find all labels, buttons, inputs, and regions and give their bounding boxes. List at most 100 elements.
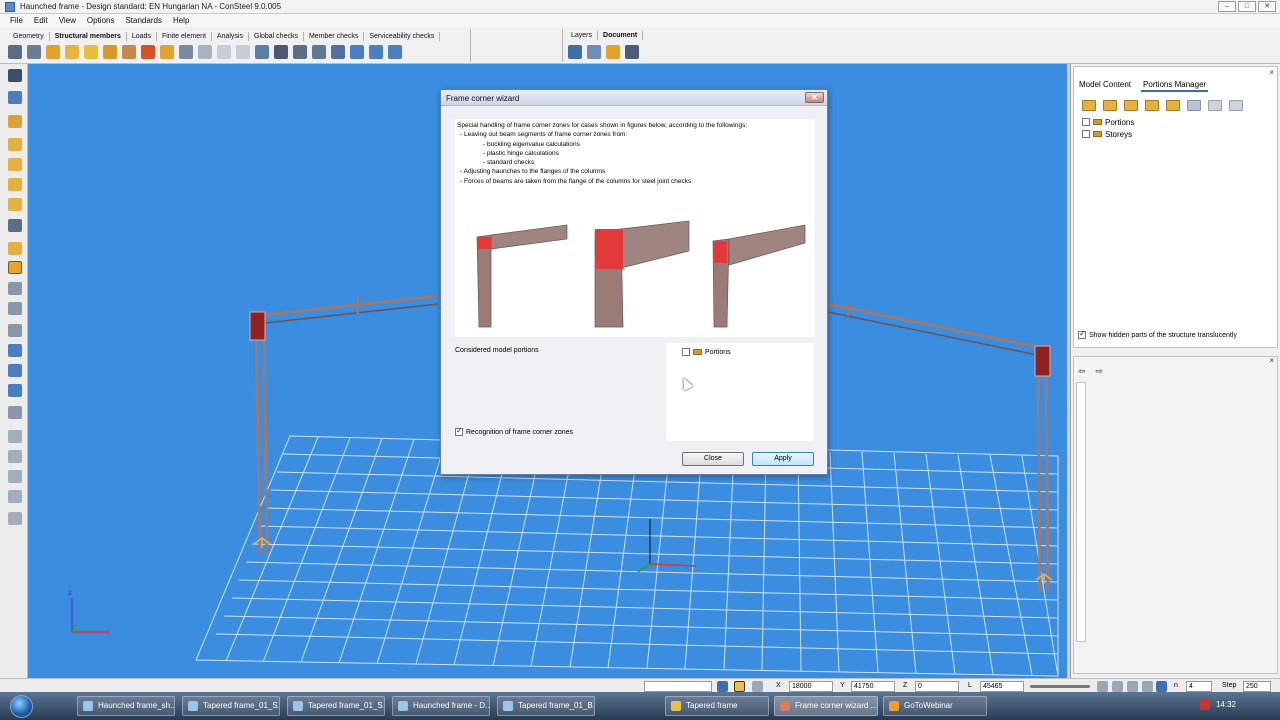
edit-portion-icon[interactable] bbox=[1145, 100, 1159, 111]
tree-item-storeys[interactable]: Storeys bbox=[1082, 128, 1134, 140]
tab-model-content[interactable]: Model Content bbox=[1077, 79, 1133, 92]
snap-icon[interactable] bbox=[717, 681, 728, 692]
taskbar-item[interactable]: Tapered frame_01_S... bbox=[287, 696, 385, 716]
new-storey-icon[interactable] bbox=[1103, 100, 1117, 111]
back-arrow-icon[interactable]: ⇦ bbox=[1078, 366, 1086, 377]
warning-icon[interactable] bbox=[734, 681, 745, 692]
active-view-icon[interactable] bbox=[8, 261, 22, 274]
settings-icon[interactable] bbox=[8, 512, 22, 525]
view-top-icon[interactable] bbox=[8, 178, 22, 191]
refresh-icon[interactable] bbox=[1187, 100, 1201, 111]
panel-close-icon[interactable]: × bbox=[1269, 356, 1274, 365]
close-button[interactable]: Close bbox=[682, 452, 744, 466]
menu-options[interactable]: Options bbox=[87, 16, 115, 25]
x-coordinate-field[interactable]: 18000 bbox=[789, 681, 833, 692]
column-tool-icon[interactable] bbox=[27, 45, 41, 59]
label-icon[interactable] bbox=[8, 470, 22, 483]
portions-checkbox[interactable] bbox=[1082, 118, 1090, 126]
ortho-icon[interactable] bbox=[752, 681, 763, 692]
fit-icon[interactable] bbox=[8, 344, 22, 357]
y-coordinate-field[interactable]: 41750 bbox=[851, 681, 895, 692]
snap-intersection-icon[interactable] bbox=[1156, 681, 1167, 692]
section-tool-icon[interactable] bbox=[217, 45, 231, 59]
select-icon[interactable] bbox=[8, 115, 22, 128]
copy-portion-icon[interactable] bbox=[1166, 100, 1180, 111]
move-icon[interactable] bbox=[8, 384, 22, 397]
show-hidden-option[interactable]: Show hidden parts of the structure trans… bbox=[1078, 329, 1237, 339]
copy-icon[interactable] bbox=[8, 406, 22, 419]
slab-tool-icon[interactable] bbox=[84, 45, 98, 59]
beam-tool-icon[interactable] bbox=[8, 45, 22, 59]
layers-icon[interactable] bbox=[587, 45, 601, 59]
tab-document[interactable]: Document bbox=[598, 31, 644, 40]
grid-tool-icon[interactable] bbox=[331, 45, 345, 59]
menu-help[interactable]: Help bbox=[173, 16, 189, 25]
taskbar-item[interactable]: GoToWebinar bbox=[883, 696, 987, 716]
tab-global-checks[interactable]: Global checks bbox=[249, 32, 304, 41]
save-icon[interactable] bbox=[8, 69, 22, 82]
panel-close-icon[interactable]: × bbox=[1269, 68, 1274, 77]
view-side-icon[interactable] bbox=[8, 158, 22, 171]
add-folder-icon[interactable] bbox=[1124, 100, 1138, 111]
mirror-icon[interactable] bbox=[8, 364, 22, 377]
show-hidden-checkbox[interactable] bbox=[1078, 329, 1086, 339]
measure-tool-icon[interactable] bbox=[350, 45, 364, 59]
dimension-icon[interactable] bbox=[8, 490, 22, 503]
spring-tool-icon[interactable] bbox=[312, 45, 326, 59]
haunch-tool-icon[interactable] bbox=[46, 45, 60, 59]
render-icon[interactable] bbox=[8, 242, 22, 255]
view-front-icon[interactable] bbox=[8, 138, 22, 151]
truss-tool-icon[interactable] bbox=[103, 45, 117, 59]
tab-loads[interactable]: Loads bbox=[127, 32, 157, 41]
length-field[interactable]: 45465 bbox=[980, 681, 1024, 692]
table-icon[interactable] bbox=[625, 45, 639, 59]
new-portion-icon[interactable] bbox=[1082, 100, 1096, 111]
recognition-option[interactable]: Recognition of frame corner zones bbox=[455, 426, 573, 436]
menu-view[interactable]: View bbox=[59, 16, 76, 25]
tab-analysis[interactable]: Analysis bbox=[212, 32, 249, 41]
tab-portions-manager[interactable]: Portions Manager bbox=[1141, 79, 1209, 92]
plate-tool-icon[interactable] bbox=[65, 45, 79, 59]
frame-tool-icon[interactable] bbox=[122, 45, 136, 59]
tab-structural-members[interactable]: Structural members bbox=[50, 32, 127, 41]
segment-tool-icon[interactable] bbox=[198, 45, 212, 59]
tray-icon[interactable] bbox=[1200, 699, 1210, 710]
command-input[interactable] bbox=[644, 681, 712, 692]
joint-tool-icon[interactable] bbox=[179, 45, 193, 59]
snap-node-icon[interactable] bbox=[1142, 681, 1153, 692]
taskbar-item[interactable]: Haunched frame - D... bbox=[392, 696, 490, 716]
tab-layers[interactable]: Layers bbox=[566, 31, 599, 40]
zoom-slider[interactable] bbox=[1030, 685, 1090, 688]
storeys-checkbox[interactable] bbox=[1082, 130, 1090, 138]
maximize-button[interactable]: □ bbox=[1238, 1, 1256, 12]
step-field[interactable]: 250 bbox=[1243, 681, 1271, 692]
rotate-icon[interactable] bbox=[8, 282, 22, 295]
taskbar-item[interactable]: Tapered frame bbox=[665, 696, 769, 716]
snap-grid-icon[interactable] bbox=[1097, 681, 1108, 692]
align-tool-icon[interactable] bbox=[369, 45, 383, 59]
tab-finite-element[interactable]: Finite element bbox=[157, 32, 212, 41]
z-coordinate-field[interactable]: 0 bbox=[915, 681, 959, 692]
apply-button[interactable]: Apply bbox=[752, 452, 814, 466]
snap-end-icon[interactable] bbox=[1112, 681, 1123, 692]
visibility-icon[interactable] bbox=[8, 450, 22, 463]
taskbar-item[interactable]: Haunched frame_sh... bbox=[77, 696, 175, 716]
menu-file[interactable]: File bbox=[10, 16, 23, 25]
eccentricity-tool-icon[interactable] bbox=[274, 45, 288, 59]
support-tool-icon[interactable] bbox=[160, 45, 174, 59]
folder-icon[interactable] bbox=[606, 45, 620, 59]
menu-edit[interactable]: Edit bbox=[34, 16, 48, 25]
filter-icon[interactable] bbox=[8, 430, 22, 443]
tab-geometry[interactable]: Geometry bbox=[8, 32, 50, 41]
close-window-button[interactable]: ✕ bbox=[1258, 1, 1276, 12]
restraint-tool-icon[interactable] bbox=[255, 45, 269, 59]
view-3d-icon[interactable] bbox=[8, 198, 22, 211]
tab-member-checks[interactable]: Member checks bbox=[304, 32, 365, 41]
release-tool-icon[interactable] bbox=[293, 45, 307, 59]
recognition-checkbox[interactable] bbox=[455, 426, 463, 436]
taskbar-item[interactable]: Tapered frame_01_B... bbox=[497, 696, 595, 716]
dialog-close-icon[interactable]: ✕ bbox=[805, 92, 824, 103]
split-tool-icon[interactable] bbox=[388, 45, 402, 59]
pan-icon[interactable] bbox=[8, 302, 22, 315]
menu-standards[interactable]: Standards bbox=[125, 16, 161, 25]
